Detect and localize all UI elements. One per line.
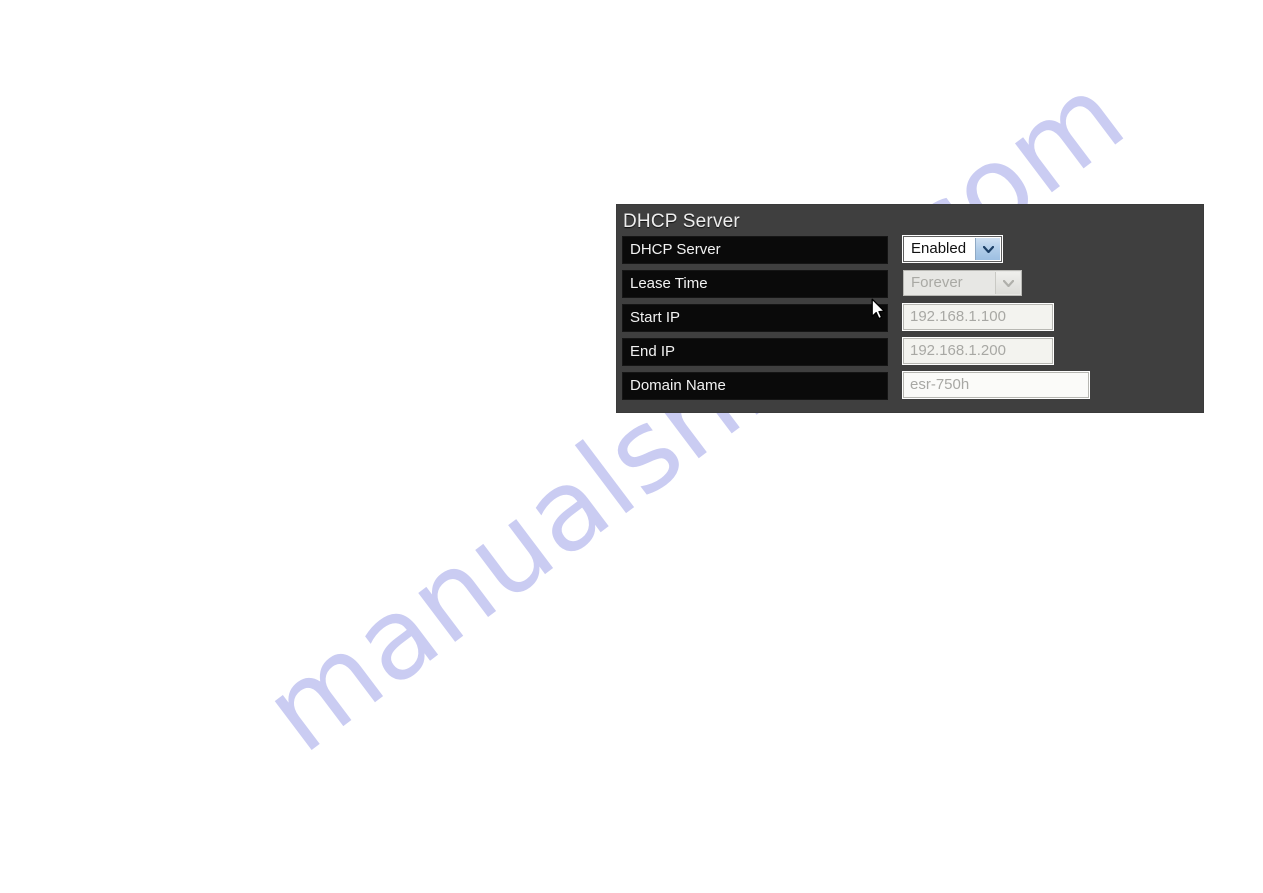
chevron-down-icon [995,272,1020,294]
lease-time-select[interactable]: Forever [903,270,1022,296]
table-row: End IP 192.168.1.200 [622,338,1198,366]
end-ip-input[interactable]: 192.168.1.200 [903,338,1053,364]
domain-name-input[interactable]: esr-750h [903,372,1089,398]
field-control-end-ip: 192.168.1.200 [903,338,1053,366]
field-label-start-ip: Start IP [622,304,888,332]
field-label-end-ip: End IP [622,338,888,366]
table-row: Start IP 192.168.1.100 [622,304,1198,332]
field-control-start-ip: 192.168.1.100 [903,304,1053,332]
lease-time-select-value: Forever [911,274,963,291]
field-label-lease-time: Lease Time [622,270,888,298]
table-row: Domain Name esr-750h [622,372,1198,400]
field-label-domain-name: Domain Name [622,372,888,400]
field-control-dhcp-server: Enabled [903,236,1002,264]
table-row: Lease Time Forever [622,270,1198,298]
start-ip-input[interactable]: 192.168.1.100 [903,304,1053,330]
field-control-domain-name: esr-750h [903,372,1089,400]
field-control-lease-time: Forever [903,270,1022,298]
dhcp-server-select-value: Enabled [911,240,967,257]
panel-title: DHCP Server [623,211,740,232]
dhcp-server-panel: DHCP Server DHCP Server Enabled Lease Ti… [617,205,1203,412]
field-label-dhcp-server: DHCP Server [622,236,888,264]
dhcp-settings-form: DHCP Server Enabled Lease Time Forever S… [622,236,1198,406]
chevron-down-icon[interactable] [975,238,1000,260]
table-row: DHCP Server Enabled [622,236,1198,264]
dhcp-server-select[interactable]: Enabled [903,236,1002,262]
